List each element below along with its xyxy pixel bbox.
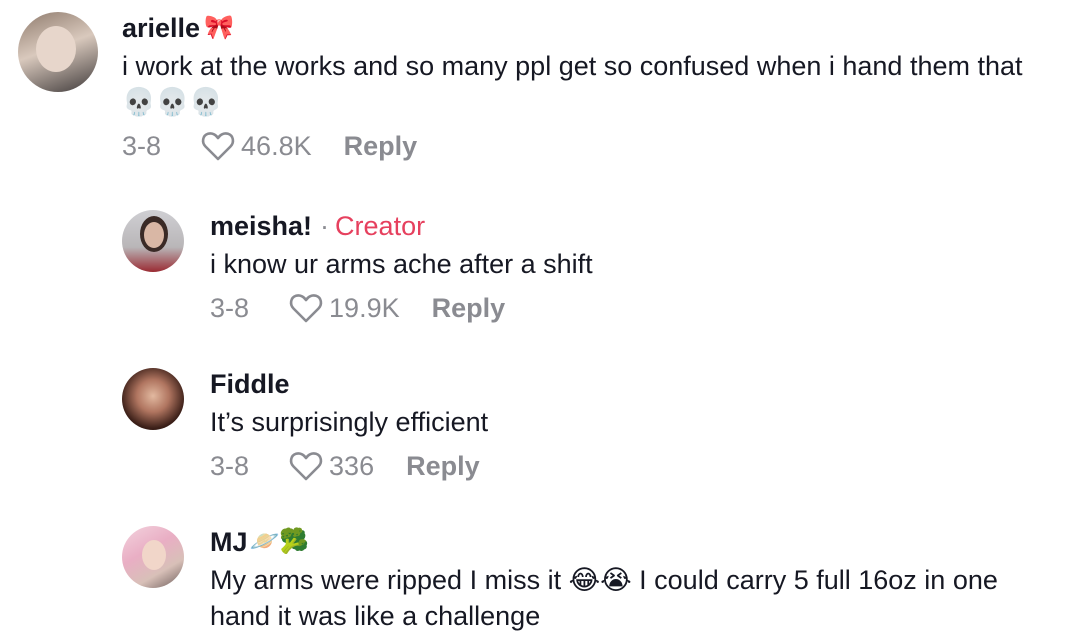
planet-broccoli-icon: 🪐🥦 xyxy=(249,528,310,555)
avatar[interactable] xyxy=(122,526,184,588)
username[interactable]: MJ xyxy=(210,526,248,558)
comment-meisha: meisha! · Creator i know ur arms ache af… xyxy=(122,210,593,324)
reply-button[interactable]: Reply xyxy=(344,130,418,162)
like-count: 46.8K xyxy=(241,131,312,161)
username-row: Fiddle xyxy=(210,368,488,400)
avatar[interactable] xyxy=(122,210,184,272)
avatar[interactable] xyxy=(18,12,98,92)
comment-body: MJ 🪐🥦 My arms were ripped I miss it 😂😭 I… xyxy=(210,526,1060,634)
comment-text: i know ur arms ache after a shift xyxy=(210,249,593,279)
comment-text: It’s surprisingly efficient xyxy=(210,407,489,437)
comment-date: 3-8 xyxy=(210,293,250,323)
comment-meta: 3-8 336 Reply xyxy=(210,450,488,482)
reply-button[interactable]: Reply xyxy=(432,292,506,324)
like-count: 19.9K xyxy=(329,293,400,323)
like-button[interactable]: 336 xyxy=(289,450,374,482)
heart-icon xyxy=(289,452,323,481)
comment-text: i work at the works and so many ppl get … xyxy=(122,51,1023,117)
comment-body: Fiddle It’s surprisingly efficient 3-8 3… xyxy=(210,368,488,482)
username-row: meisha! · Creator xyxy=(210,210,593,242)
comment-mj: MJ 🪐🥦 My arms were ripped I miss it 😂😭 I… xyxy=(122,526,1060,634)
comment-meta: 3-8 19.9K Reply xyxy=(210,292,593,324)
heart-icon xyxy=(289,294,323,323)
reply-button[interactable]: Reply xyxy=(406,450,480,482)
heart-icon xyxy=(201,132,235,161)
username[interactable]: Fiddle xyxy=(210,368,290,400)
comment-date: 3-8 xyxy=(210,451,250,481)
comment-body: meisha! · Creator i know ur arms ache af… xyxy=(210,210,593,324)
username-row: arielle 🎀 xyxy=(122,12,1062,44)
bow-icon: 🎀 xyxy=(204,14,234,41)
avatar[interactable] xyxy=(122,368,184,430)
separator-dot: · xyxy=(320,211,330,241)
like-count: 336 xyxy=(329,451,375,481)
like-button[interactable]: 46.8K xyxy=(201,130,312,162)
username-row: MJ 🪐🥦 xyxy=(210,526,1060,558)
comment-date: 3-8 xyxy=(122,131,162,161)
comment-fiddle: Fiddle It’s surprisingly efficient 3-8 3… xyxy=(122,368,488,482)
comment-body: arielle 🎀 i work at the works and so man… xyxy=(122,12,1062,162)
username[interactable]: meisha! xyxy=(210,210,312,242)
username[interactable]: arielle xyxy=(122,12,200,44)
like-button[interactable]: 19.9K xyxy=(289,292,400,324)
comment-meta: 3-8 46.8K Reply xyxy=(122,130,1062,162)
creator-badge: Creator xyxy=(335,211,426,241)
comment-arielle: arielle 🎀 i work at the works and so man… xyxy=(18,12,1062,162)
comment-text: My arms were ripped I miss it 😂😭 I could… xyxy=(210,565,998,631)
